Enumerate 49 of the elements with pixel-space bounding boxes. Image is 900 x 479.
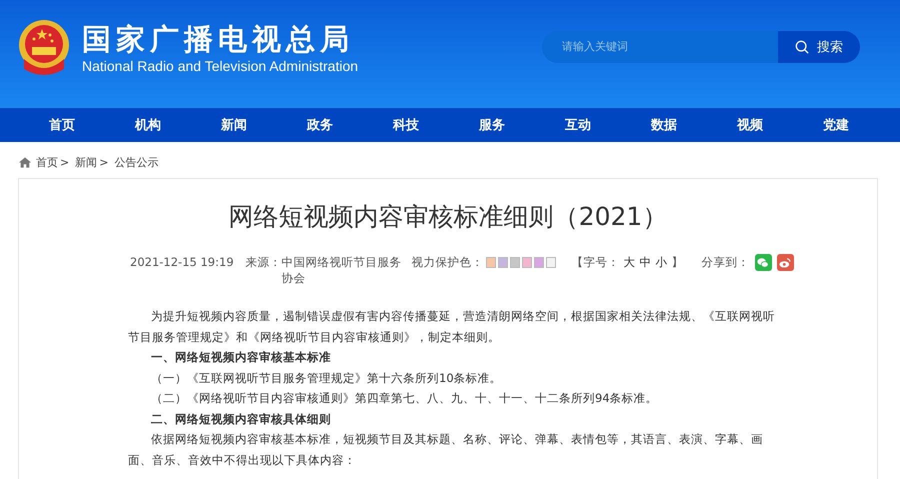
nav-link[interactable]: 视频 <box>737 108 763 142</box>
color-swatch[interactable] <box>510 257 520 268</box>
font-size-label: 【字号： <box>572 254 620 270</box>
site-subtitle: National Radio and Television Administration <box>82 57 358 75</box>
font-size-option[interactable]: 中 <box>640 254 652 270</box>
home-icon <box>19 156 31 168</box>
breadcrumb-link[interactable]: 首页 <box>36 154 58 170</box>
nav-link[interactable]: 互动 <box>565 108 591 142</box>
color-swatch[interactable] <box>486 257 496 268</box>
article-title: 网络短视频内容审核标准细则（2021） <box>228 201 668 233</box>
nav-link[interactable]: 新闻 <box>221 108 247 142</box>
nav-link[interactable]: 数据 <box>651 108 677 142</box>
bracket-text: 】 <box>672 254 684 270</box>
font-size-option[interactable]: 大 <box>624 254 636 270</box>
source-name: 中国网络视听节目服务协会 <box>282 254 403 286</box>
paragraph: 为提升短视频内容质量，遏制错误虚假有害内容传播蔓延，营造清朗网络空间，根据国家相关法律法规、《互联网视听节目服务管理规定》和《网络视听节目内容审核通则》，制定本细则。 <box>128 308 776 346</box>
breadcrumb-separator: > <box>60 156 70 168</box>
chat-bubbles-icon <box>756 256 770 270</box>
nav-link[interactable]: 党建 <box>823 108 849 142</box>
section-heading: 一、网络短视频内容审核基本标准 <box>150 349 332 366</box>
wechat-share-button[interactable] <box>754 254 772 271</box>
eye-logo-icon <box>778 256 792 270</box>
paragraph: 依据网络短视频内容审核基本标准，短视频节目及其标题、名称、评论、弹幕、表情包等，其语言、表演、字幕、画面、音乐、音效中不得出现以下具体内容： <box>128 431 764 468</box>
nav-link[interactable]: 首页 <box>49 108 75 142</box>
search-icon <box>795 40 809 54</box>
color-swatch[interactable] <box>534 257 544 268</box>
color-swatch[interactable] <box>498 257 508 268</box>
eye-care-label: 视力保护色： <box>412 254 484 270</box>
color-swatch[interactable] <box>522 257 532 268</box>
source-label: 来源： <box>246 254 282 270</box>
paragraph: （一）《互联网视听节目服务管理规定》第十六条所列10条标准。 <box>150 370 503 386</box>
section-heading: 二、网络短视频内容审核具体细则 <box>150 410 332 428</box>
nav-link[interactable]: 政务 <box>307 108 333 142</box>
font-size-option[interactable]: 小 <box>656 254 668 270</box>
share-label: 分享到： <box>702 254 750 270</box>
nav-link[interactable]: 科技 <box>393 108 419 142</box>
publish-date: 2021-12-15 19:19 <box>130 254 234 270</box>
breadcrumb-separator: > <box>99 156 108 168</box>
breadcrumb-link[interactable]: 新闻 <box>75 154 98 170</box>
emblem-icon <box>18 19 70 77</box>
nav-link[interactable]: 服务 <box>479 108 505 142</box>
search-button[interactable]: 搜索 <box>778 31 860 63</box>
search-field[interactable]: 请输入关键词 <box>542 31 778 63</box>
nav-link[interactable]: 机构 <box>135 108 161 142</box>
site-title: 国家广播电视总局 <box>82 21 355 57</box>
color-swatch[interactable] <box>546 257 556 268</box>
paragraph: （二）《网络视听节目内容审核通则》第四章第七、八、九、十、十一、十二条所列94条标准。 <box>150 390 659 407</box>
weibo-share-button[interactable] <box>776 254 794 271</box>
breadcrumb-link[interactable]: 公告公示 <box>114 154 158 170</box>
